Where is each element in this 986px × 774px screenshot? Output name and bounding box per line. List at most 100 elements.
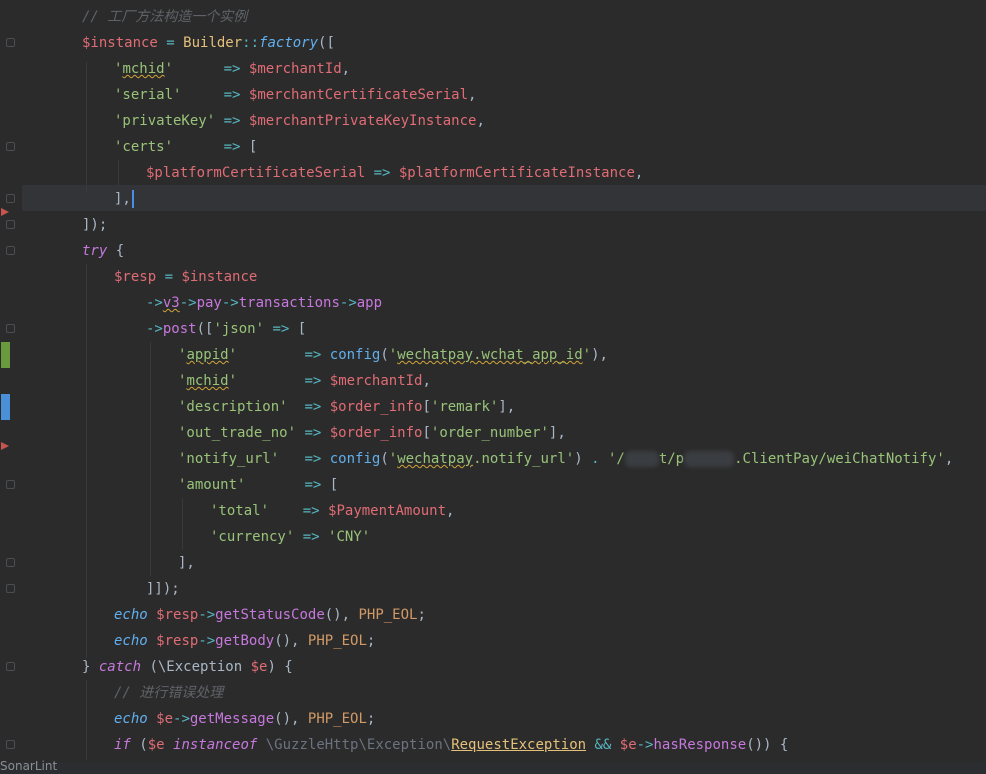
code-line[interactable]: } catch (\Exception $e) { <box>82 654 293 680</box>
operator: => <box>304 477 322 493</box>
punctuation: , <box>599 347 608 363</box>
fold-toggle-icon[interactable] <box>6 142 15 151</box>
constant: PHP_EOL <box>307 711 367 727</box>
editor-gutter[interactable] <box>0 0 22 774</box>
added-lines-marker[interactable] <box>1 342 10 368</box>
fold-toggle-icon[interactable] <box>6 220 15 229</box>
punctuation: (), <box>324 607 359 623</box>
operator: => <box>264 321 298 337</box>
operator: => <box>294 529 329 545</box>
code-line[interactable]: 'mchid' => $merchantId, <box>114 56 350 82</box>
current-line-highlight <box>22 185 986 211</box>
string-literal: 'remark' <box>430 399 499 415</box>
punctuation: , <box>468 87 477 103</box>
punctuation: (), <box>274 633 308 649</box>
fold-toggle-icon[interactable] <box>6 194 15 203</box>
modified-lines-marker[interactable] <box>1 394 10 420</box>
code-line[interactable]: try { <box>82 238 124 264</box>
comment: // 进行错误处理 <box>114 685 224 701</box>
code-line[interactable]: 'out_trade_no' => $order_info['order_num… <box>178 420 566 446</box>
code-line[interactable]: // 进行错误处理 <box>114 680 223 706</box>
punctuation: [ <box>297 321 307 337</box>
code-line[interactable]: 'appid' => config('wechatpay.wchat_app_i… <box>178 342 608 368</box>
variable: $e <box>156 711 174 727</box>
breakpoint-marker-icon[interactable] <box>1 442 9 450</box>
code-line[interactable]: ], <box>114 186 134 212</box>
variable: $PaymentAmount <box>328 503 447 519</box>
fold-toggle-icon[interactable] <box>6 584 15 593</box>
code-line[interactable]: $resp = $instance <box>114 264 257 290</box>
code-line[interactable]: 'notify_url' => config('wechatpay.notify… <box>178 446 953 472</box>
code-line[interactable]: 'total' => $PaymentAmount, <box>210 498 454 524</box>
code-line[interactable]: $platformCertificateSerial => $platformC… <box>146 160 643 186</box>
variable: $merchantId <box>248 61 342 77</box>
method: getBody <box>215 633 275 649</box>
punctuation: , <box>557 425 566 441</box>
variable: $order_info <box>329 425 423 441</box>
code-line[interactable]: 'certs' => [ <box>114 134 257 160</box>
fold-toggle-icon[interactable] <box>6 740 15 749</box>
string-literal: wechatpay.wchat_app_id <box>397 347 583 363</box>
fold-toggle-icon[interactable] <box>6 558 15 567</box>
code-line[interactable]: 'currency' => 'CNY' <box>210 524 370 550</box>
operator: => <box>223 113 241 129</box>
string-literal: ' <box>388 451 398 467</box>
punctuation: , <box>944 451 954 467</box>
punctuation: ([ <box>318 35 335 51</box>
string-literal: ' <box>164 61 174 77</box>
punctuation: ; <box>417 607 426 623</box>
fold-toggle-icon[interactable] <box>6 324 15 333</box>
method: getMessage <box>189 711 275 727</box>
property: pay <box>196 295 222 311</box>
code-line[interactable]: echo $resp->getStatusCode(), PHP_EOL; <box>114 602 426 628</box>
code-line[interactable]: if ($e instanceof \GuzzleHttp\Exception\… <box>114 732 788 758</box>
code-editor[interactable]: // 工厂方法构造一个实例 $instance = Builder::facto… <box>0 0 986 774</box>
fold-toggle-icon[interactable] <box>6 662 15 671</box>
variable: $platformCertificateSerial <box>146 165 366 181</box>
code-line[interactable]: 'amount' => [ <box>178 472 338 498</box>
code-line[interactable]: // 工厂方法构造一个实例 <box>82 4 247 30</box>
fold-toggle-icon[interactable] <box>6 246 15 255</box>
breakpoint-marker-icon[interactable] <box>1 208 9 216</box>
punctuation: , <box>634 165 644 181</box>
code-line[interactable]: echo $e->getMessage(), PHP_EOL; <box>114 706 375 732</box>
variable: $platformCertificateInstance <box>398 165 635 181</box>
operator: -> <box>198 607 216 623</box>
operator: => <box>304 347 322 363</box>
code-line[interactable]: ->post(['json' => [ <box>146 316 306 342</box>
punctuation: ( <box>130 737 148 753</box>
code-line[interactable]: 'privateKey' => $merchantPrivateKeyInsta… <box>114 108 485 134</box>
string-literal: ' <box>228 347 238 363</box>
class-name: Builder <box>183 35 243 51</box>
string-literal: t/p <box>658 451 685 467</box>
code-line[interactable]: ], <box>178 550 195 576</box>
code-line[interactable]: 'description' => $order_info['remark'], <box>178 394 515 420</box>
indent-guide <box>86 62 87 192</box>
code-line[interactable]: echo $resp->getBody(), PHP_EOL; <box>114 628 375 654</box>
indent-guide <box>86 680 87 760</box>
operator: => <box>304 373 322 389</box>
fold-toggle-icon[interactable] <box>6 38 15 47</box>
operator: -> <box>636 737 654 753</box>
code-line[interactable]: 'serial' => $merchantCertificateSerial, <box>114 82 476 108</box>
code-line[interactable]: ->v3->pay->transactions->app <box>146 290 382 316</box>
code-line[interactable]: $instance = Builder::factory([ <box>82 30 335 56</box>
operator: => <box>223 139 241 155</box>
fold-toggle-icon[interactable] <box>6 480 15 489</box>
code-line[interactable]: 'mchid' => $merchantId, <box>178 368 431 394</box>
string-literal: 'amount' <box>178 477 246 493</box>
code-line[interactable]: ]); <box>82 212 107 238</box>
sonarlint-tab[interactable]: SonarLint <box>0 759 57 773</box>
string-literal: ' <box>582 347 592 363</box>
code-line[interactable]: ]]); <box>146 576 180 602</box>
operator: -> <box>339 295 357 311</box>
operator: => <box>304 399 322 415</box>
variable: $e <box>250 659 268 675</box>
